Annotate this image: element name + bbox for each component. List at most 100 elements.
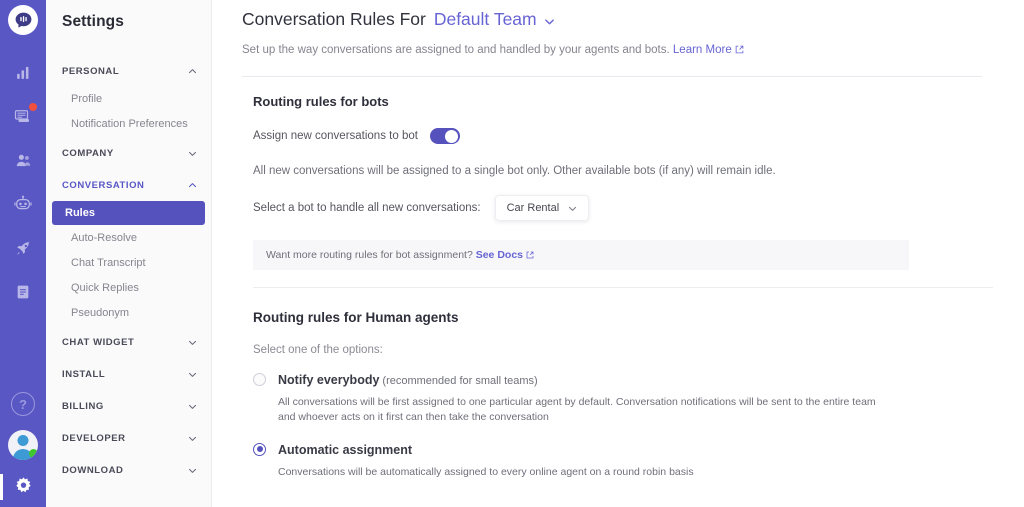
sidebar-group-company[interactable]: COMPANY	[46, 141, 211, 166]
sidebar-group-label: CONVERSATION	[62, 180, 144, 191]
learn-more-link[interactable]: Learn More	[673, 44, 744, 56]
bots-description: All new conversations will be assigned t…	[253, 165, 1024, 177]
page-subtitle: Set up the way conversations are assigne…	[242, 42, 1024, 58]
avatar[interactable]	[8, 430, 38, 460]
human-agents-section: Routing rules for Human agents Select on…	[242, 310, 1024, 480]
settings-nav-list: PERSONAL Profile Notification Preference…	[46, 59, 211, 486]
rail-item-settings[interactable]	[0, 476, 46, 495]
select-one-prompt: Select one of the options:	[253, 344, 1024, 356]
sidebar-item-rules[interactable]: Rules	[52, 201, 205, 225]
chevron-down-icon	[188, 434, 197, 443]
gear-icon	[14, 476, 33, 495]
main-content: Conversation Rules For Default Team Set …	[212, 0, 1024, 507]
learn-more-label: Learn More	[673, 44, 732, 56]
sidebar-group-label: BILLING	[62, 401, 104, 412]
chevron-down-icon	[188, 466, 197, 475]
sidebar-item-auto-resolve[interactable]: Auto-Resolve	[52, 226, 205, 250]
sidebar-item-quick-replies[interactable]: Quick Replies	[52, 276, 205, 300]
chevron-up-icon	[188, 67, 197, 76]
inbox-unread-badge	[29, 103, 37, 111]
sidebar-item-pseudonym[interactable]: Pseudonym	[52, 301, 205, 325]
avatar-head	[18, 435, 29, 446]
chevron-up-icon	[188, 181, 197, 190]
chevron-down-icon	[544, 16, 555, 27]
settings-sidebar: Settings PERSONAL Profile Notification P…	[46, 0, 212, 507]
robot-icon	[14, 195, 32, 213]
option-title: Automatic assignment	[278, 443, 412, 457]
external-link-icon	[526, 250, 534, 262]
sidebar-group-install[interactable]: INSTALL	[46, 362, 211, 387]
sidebar-group-billing[interactable]: BILLING	[46, 394, 211, 419]
option-title: Notify everybody(recommended for small t…	[278, 373, 538, 387]
assign-to-bot-row: Assign new conversations to bot	[253, 128, 1024, 144]
section-divider	[253, 287, 993, 288]
option-description: Conversations will be automatically assi…	[278, 465, 694, 480]
radio-notify-everybody[interactable]	[253, 373, 266, 386]
sidebar-group-conversation[interactable]: CONVERSATION	[46, 173, 211, 198]
sidebar-item-notification-preferences[interactable]: Notification Preferences	[52, 112, 205, 136]
document-icon	[15, 284, 31, 300]
option-subtitle: (recommended for small teams)	[382, 375, 537, 387]
sidebar-group-label: INSTALL	[62, 369, 105, 380]
rail-item-bots[interactable]	[8, 189, 38, 219]
see-docs-link[interactable]: See Docs	[476, 249, 534, 261]
active-indicator-bar	[0, 474, 3, 500]
docs-banner-text: Want more routing rules for bot assignme…	[266, 249, 473, 261]
bots-section: Routing rules for bots Assign new conver…	[242, 94, 1024, 288]
human-section-title: Routing rules for Human agents	[253, 310, 1024, 325]
sidebar-group-label: CHAT WIDGET	[62, 337, 134, 348]
sidebar-group-personal[interactable]: PERSONAL	[46, 59, 211, 84]
sidebar-group-chat-widget[interactable]: CHAT WIDGET	[46, 330, 211, 355]
chevron-down-icon	[568, 204, 577, 213]
option-body: Automatic assignment Conversations will …	[278, 441, 694, 480]
bot-select-row: Select a bot to handle all new conversat…	[253, 195, 1024, 221]
chevron-down-icon	[188, 402, 197, 411]
sidebar-group-label: PERSONAL	[62, 66, 119, 77]
sidebar-group-developer[interactable]: DEVELOPER	[46, 426, 211, 451]
chevron-down-icon	[188, 370, 197, 379]
sidebar-group-label: DEVELOPER	[62, 433, 126, 444]
toggle-knob	[445, 130, 458, 143]
header-divider	[242, 76, 982, 77]
rail-item-inbox[interactable]	[8, 101, 38, 131]
app-logo[interactable]	[8, 5, 38, 35]
option-automatic-assignment[interactable]: Automatic assignment Conversations will …	[253, 441, 1024, 480]
sidebar-group-download[interactable]: DOWNLOAD	[46, 458, 211, 483]
chevron-down-icon	[188, 338, 197, 347]
primary-icon-rail: ?	[0, 0, 46, 507]
see-docs-label: See Docs	[476, 249, 523, 261]
sidebar-item-chat-transcript[interactable]: Chat Transcript	[52, 251, 205, 275]
docs-banner: Want more routing rules for bot assignme…	[253, 240, 909, 270]
bot-select-label: Select a bot to handle all new conversat…	[253, 202, 481, 214]
sidebar-item-profile[interactable]: Profile	[52, 87, 205, 111]
help-icon[interactable]: ?	[11, 392, 35, 416]
rail-item-knowledge-base[interactable]	[8, 277, 38, 307]
sidebar-group-label: COMPANY	[62, 148, 114, 159]
people-icon	[15, 152, 32, 169]
page-title-text: Conversation Rules For	[242, 9, 426, 30]
app-root: ? Settings PERSONAL Profile	[0, 0, 1024, 507]
bots-section-title: Routing rules for bots	[253, 94, 1024, 109]
chevron-down-icon	[188, 149, 197, 158]
bot-dropdown[interactable]: Car Rental	[495, 195, 590, 221]
rail-item-campaigns[interactable]	[8, 233, 38, 263]
assign-to-bot-toggle[interactable]	[430, 128, 460, 144]
online-status-dot	[29, 449, 38, 458]
settings-title: Settings	[46, 0, 211, 31]
option-notify-everybody[interactable]: Notify everybody(recommended for small t…	[253, 371, 1024, 425]
option-title-text: Notify everybody	[278, 373, 379, 387]
chat-bubble-logo-icon	[14, 11, 33, 30]
team-selector[interactable]: Default Team	[434, 9, 555, 30]
page-subtitle-text: Set up the way conversations are assigne…	[242, 44, 670, 56]
option-description: All conversations will be first assigned…	[278, 395, 878, 425]
bot-dropdown-value: Car Rental	[507, 202, 560, 214]
assign-to-bot-label: Assign new conversations to bot	[253, 130, 418, 142]
option-body: Notify everybody(recommended for small t…	[278, 371, 878, 425]
option-title-text: Automatic assignment	[278, 443, 412, 457]
radio-automatic-assignment[interactable]	[253, 443, 266, 456]
page-title: Conversation Rules For Default Team	[242, 9, 1024, 30]
page-header: Conversation Rules For Default Team Set …	[242, 0, 1024, 77]
rail-item-analytics[interactable]	[8, 57, 38, 87]
rail-item-contacts[interactable]	[8, 145, 38, 175]
bar-chart-icon	[15, 64, 32, 81]
